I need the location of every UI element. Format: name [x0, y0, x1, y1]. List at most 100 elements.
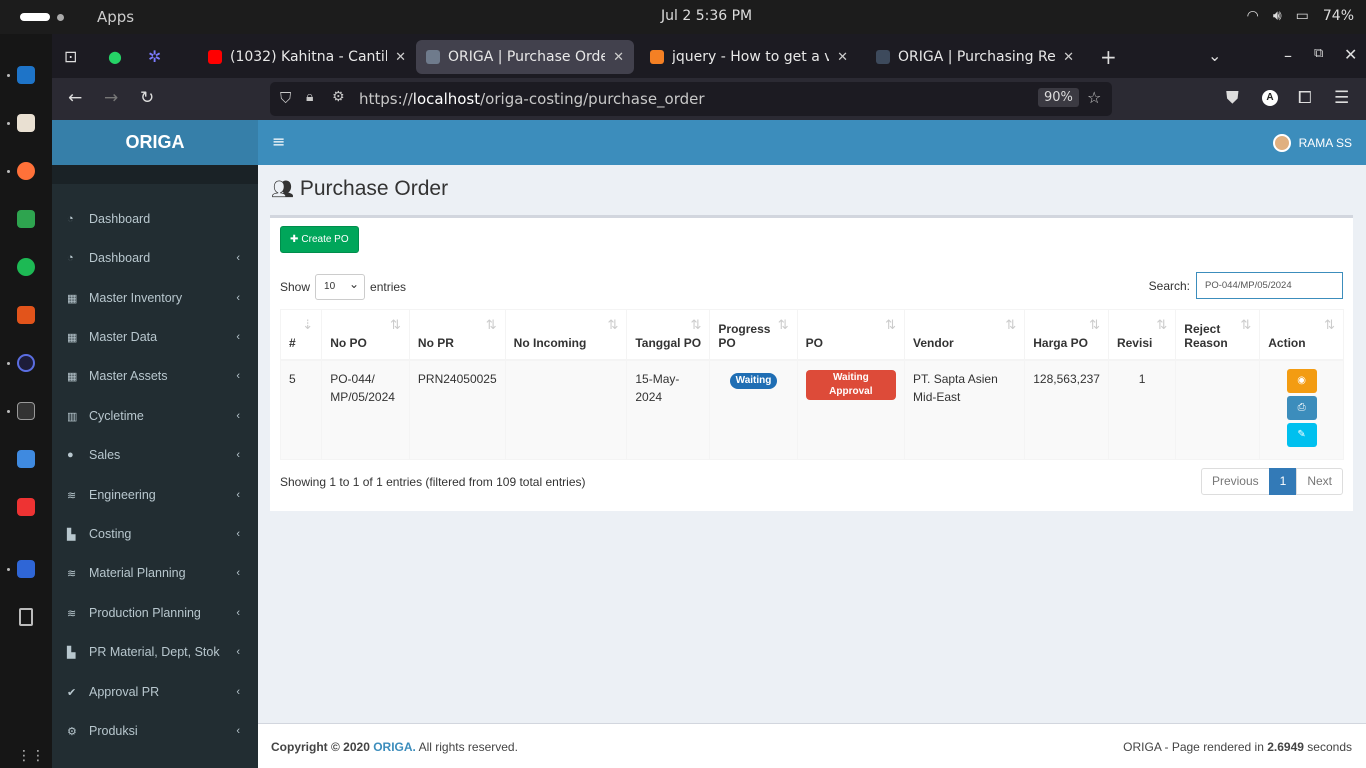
clock[interactable]: Jul 2 5:36 PM [661, 8, 752, 24]
page-1-button[interactable]: 1 [1268, 468, 1298, 495]
create-po-button[interactable]: ✚ Create PO [280, 226, 359, 253]
wifi-icon: ◠ [1246, 8, 1259, 24]
bar-chart-icon: ▙ [67, 528, 76, 541]
sidebar-item-material-planning[interactable]: ≋ Material Planning ‹ [52, 555, 258, 591]
search-input[interactable]: PO-044/MP/05/2024 [1196, 272, 1343, 299]
view-button[interactable]: ◉ [1286, 368, 1317, 393]
close-tab-icon[interactable]: ✕ [1063, 50, 1074, 65]
sidebar-item-produksi[interactable]: ⚙ Produksi ‹ [52, 713, 258, 749]
url-bar[interactable]: ⛉ 🔒︎ ⚙ https://localhost/origa-costing/p… [270, 82, 1112, 116]
column-header[interactable]: PO ⇅ [796, 309, 906, 361]
sidebar-item-master-data[interactable]: ▦ Master Data ‹ [52, 319, 258, 355]
appstore-icon[interactable] [17, 306, 35, 324]
terminal-icon[interactable] [17, 402, 35, 420]
pocket-icon[interactable]: ⛊ [1226, 88, 1239, 108]
vscode-icon[interactable] [17, 66, 35, 84]
back-icon[interactable]: ← [68, 88, 82, 108]
zoom-level[interactable]: 90% [1038, 88, 1079, 107]
browser-tab[interactable]: (1032) Kahitna - Cantik (e ✕ [198, 40, 416, 74]
sidebar-item-production-planning[interactable]: ≋ Production Planning ‹ [52, 595, 258, 631]
column-header[interactable]: Vendor ⇅ [904, 309, 1026, 361]
whatsapp-icon[interactable]: ● [108, 47, 122, 66]
workspace-dot[interactable] [57, 14, 64, 21]
minimize-icon[interactable]: – [1284, 46, 1292, 65]
sidebar-item-costing[interactable]: ▙ Costing ‹ [52, 516, 258, 552]
column-header[interactable]: Action ⇅ [1259, 309, 1344, 361]
sort-icon: ⇅ [1156, 317, 1168, 332]
cell-revisi: 1 [1107, 359, 1177, 460]
shield-icon[interactable]: ⛉ [280, 89, 291, 107]
page-icon [426, 50, 440, 64]
column-header-label: No Incoming [513, 335, 587, 350]
page-length-select[interactable]: 10 [315, 272, 366, 300]
edit-button[interactable]: ✎ [1286, 422, 1317, 447]
column-header[interactable]: # ⇣ [279, 309, 323, 361]
workspace-indicator[interactable] [20, 13, 50, 21]
account-avatar[interactable]: A [1262, 90, 1278, 106]
firefox-icon[interactable] [17, 162, 35, 180]
running-dot [7, 122, 10, 125]
tab-list-icon[interactable]: ⌄ [1208, 46, 1221, 65]
firefox-view-icon[interactable]: ⊡ [64, 47, 77, 66]
sidebar-item-pr-material-dept-stok[interactable]: ▙ PR Material, Dept, Stok ‹ [52, 634, 258, 670]
chevron-left-icon: ‹ [236, 607, 240, 619]
column-header[interactable]: No PR ⇅ [408, 309, 506, 361]
reload-icon[interactable]: ↻ [140, 88, 154, 108]
column-header[interactable]: Progress PO ⇅ [709, 309, 798, 361]
close-tab-icon[interactable]: ✕ [837, 50, 848, 65]
column-header[interactable]: No Incoming ⇅ [504, 309, 628, 361]
dashboard-icon: ◔ [67, 213, 74, 225]
sidebar-item-label: Master Inventory [89, 291, 183, 305]
spotify-icon[interactable] [17, 258, 35, 276]
sidebar-item-approval-pr[interactable]: ✔ Approval PR ‹ [52, 674, 258, 710]
sidebar-item-engineering[interactable]: ≋ Engineering ‹ [52, 477, 258, 513]
extensions-icon[interactable]: ⧠ [1298, 88, 1312, 108]
show-apps-icon[interactable]: ⋮⋮ [17, 748, 45, 764]
cell-progress-po: Waiting [709, 359, 798, 460]
previous-page-button[interactable]: Previous [1200, 468, 1270, 495]
spreadsheet-icon[interactable] [17, 210, 35, 228]
column-header[interactable]: Tanggal PO ⇅ [626, 309, 711, 361]
footer-brand-link[interactable]: ORIGA. [373, 740, 416, 754]
user-menu[interactable]: RAMA SS [1272, 134, 1352, 152]
column-header[interactable]: Harga PO ⇅ [1024, 309, 1109, 361]
github-desktop-icon[interactable] [17, 354, 35, 372]
close-tab-icon[interactable]: ✕ [395, 50, 406, 65]
software-icon[interactable] [17, 560, 35, 578]
menu-icon[interactable]: ☰ [1334, 88, 1349, 108]
column-header[interactable]: Revisi ⇅ [1107, 309, 1177, 361]
forward-icon[interactable]: → [104, 88, 118, 108]
column-header[interactable]: No PO ⇅ [321, 309, 410, 361]
browser-tab[interactable]: ORIGA | Purchase Order ✕ [416, 40, 634, 74]
sidebar-item-sales[interactable]: ● Sales ‹ [52, 437, 258, 473]
sidebar-item-cycletime[interactable]: ▥ Cycletime ‹ [52, 398, 258, 434]
sidebar-toggle-icon[interactable]: ≡ [272, 132, 285, 151]
brand-logo[interactable]: ORIGA [52, 120, 258, 165]
system-tray[interactable]: ◠ 🔊︎ ▭ 74% [1247, 8, 1354, 24]
browser-tab[interactable]: ORIGA | Purchasing Requ ✕ [866, 40, 1084, 74]
browser-tab[interactable]: jquery - How to get a valu ✕ [640, 40, 858, 74]
bookmark-star-icon[interactable]: ☆ [1087, 88, 1101, 107]
lock-icon[interactable]: 🔒︎ [306, 89, 313, 105]
cell-no-incoming [504, 359, 628, 460]
new-tab-icon[interactable]: + [1100, 45, 1117, 69]
extension-pin-icon[interactable]: ✲ [148, 47, 161, 66]
close-tab-icon[interactable]: ✕ [613, 50, 624, 65]
sidebar-item-master-assets[interactable]: ▦ Master Assets ‹ [52, 358, 258, 394]
sidebar-item-master-inventory[interactable]: ▦ Master Inventory ‹ [52, 280, 258, 316]
print-button[interactable]: ⎙ [1286, 395, 1317, 420]
trash-icon[interactable] [19, 608, 33, 626]
close-window-icon[interactable]: ✕ [1344, 45, 1357, 64]
video-icon[interactable] [17, 498, 35, 516]
sidebar-item-dashboard[interactable]: ◔ Dashboard ‹ [52, 240, 258, 276]
permissions-icon[interactable]: ⚙ [332, 89, 345, 105]
files-icon[interactable] [17, 450, 35, 468]
apps-button[interactable]: Apps [97, 8, 134, 26]
column-header[interactable]: Reject Reason ⇅ [1175, 309, 1261, 361]
url-text[interactable]: https://localhost/origa-costing/purchase… [359, 90, 705, 108]
sidebar-item-dashboard[interactable]: ◔ Dashboard [52, 201, 258, 237]
inkscape-icon[interactable] [17, 114, 35, 132]
restore-icon[interactable]: ⧉ [1314, 46, 1323, 61]
column-header-label: PO [805, 335, 823, 350]
next-page-button[interactable]: Next [1296, 468, 1343, 495]
